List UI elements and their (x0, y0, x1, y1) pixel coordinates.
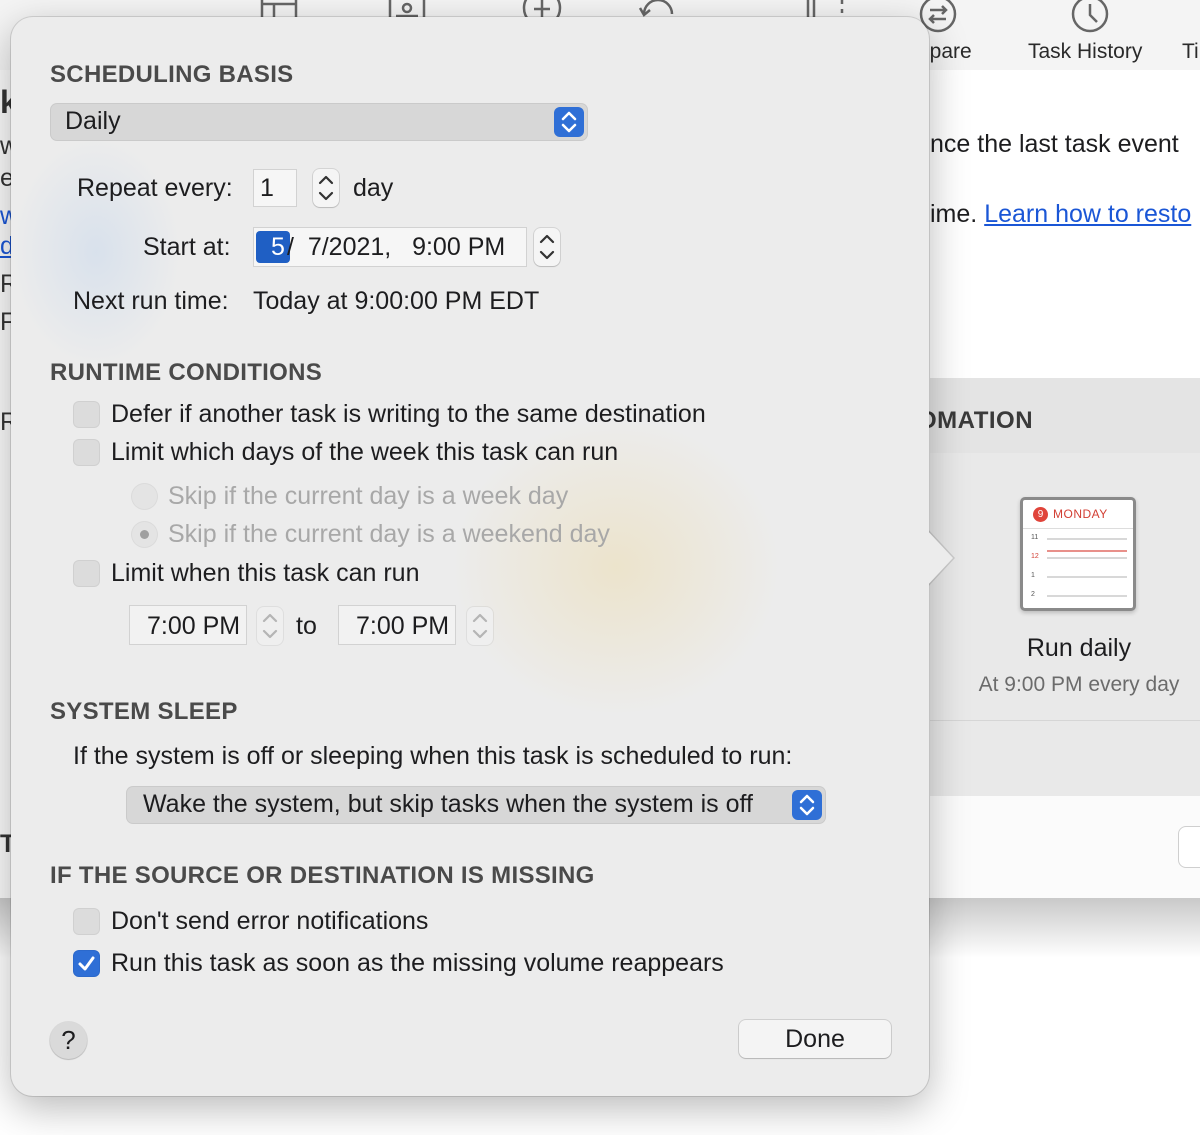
defer-checkbox[interactable] (73, 401, 100, 428)
time-to-field[interactable]: 7:00 PM (338, 605, 456, 645)
calendar-row-label: 11 (1031, 534, 1039, 541)
repeat-every-stepper[interactable] (313, 169, 339, 207)
limit-days-label[interactable]: Limit which days of the week this task c… (111, 438, 618, 467)
missing-source-title: IF THE SOURCE OR DESTINATION IS MISSING (50, 862, 595, 889)
background-lower-area (930, 796, 1200, 898)
skip-weekend-label[interactable]: Skip if the current day is a weekend day (168, 520, 610, 549)
system-sleep-description: If the system is off or sleeping when th… (73, 742, 793, 770)
calendar-row-line (1047, 576, 1127, 578)
time-to-stepper[interactable] (467, 607, 493, 645)
description-line: ime. Learn how to resto (930, 200, 1191, 229)
calendar-row-label: 1 (1031, 572, 1035, 579)
toolbar-label-truncated[interactable]: Ti (1182, 40, 1199, 64)
calendar-row-line (1047, 557, 1127, 559)
scheduling-basis-popup[interactable]: Daily (50, 103, 588, 141)
repeat-every-label: Repeat every: (77, 174, 233, 202)
system-sleep-popup[interactable]: Wake the system, but skip tasks when the… (126, 786, 826, 824)
limit-time-label[interactable]: Limit when this task can run (111, 559, 419, 588)
popup-chevrons-icon (792, 790, 822, 820)
scheduling-basis-value: Daily (65, 107, 121, 135)
no-error-notifications-label[interactable]: Don't send error notifications (111, 907, 428, 936)
scheduling-basis-title: SCHEDULING BASIS (50, 61, 294, 88)
calendar-row-label: 2 (1031, 591, 1035, 598)
repeat-every-field[interactable]: 1 (253, 169, 297, 207)
divider (930, 720, 1200, 721)
background-description: nce the last task event ime. Learn how t… (930, 78, 1200, 378)
start-at-label: Start at: (143, 233, 231, 261)
toolbar-label-task-history[interactable]: Task History (1028, 40, 1142, 64)
system-sleep-title: SYSTEM SLEEP (50, 698, 238, 725)
start-at-stepper[interactable] (534, 228, 560, 266)
calendar-icon[interactable]: 9 MONDAY 11 12 1 2 (1020, 497, 1136, 611)
run-daily-subtitle: At 9:00 PM every day (978, 673, 1180, 696)
time-to-label: to (296, 612, 317, 640)
time-to-value: 7:00 PM (356, 612, 450, 640)
run-when-reappears-label[interactable]: Run this task as soon as the missing vol… (111, 949, 724, 978)
limit-time-checkbox[interactable] (73, 560, 100, 587)
start-at-month: 5 (271, 233, 285, 261)
automation-title: OMATION (918, 407, 1034, 434)
time-from-stepper[interactable] (257, 607, 283, 645)
defer-label[interactable]: Defer if another task is writing to the … (111, 400, 706, 429)
runtime-conditions-title: RUNTIME CONDITIONS (50, 359, 323, 386)
calendar-date-badge: 9 (1033, 507, 1048, 522)
checkmark-icon (78, 956, 95, 971)
clock-icon[interactable] (1068, 0, 1112, 34)
popup-chevrons-icon (554, 107, 584, 137)
next-run-value: Today at 9:00:00 PM EDT (253, 287, 540, 315)
limit-days-checkbox[interactable] (73, 439, 100, 466)
start-at-datetime: / 7/2021, 9:00 PM (287, 233, 506, 261)
system-sleep-value: Wake the system, but skip tasks when the… (143, 790, 753, 818)
calendar-row-line (1047, 550, 1127, 552)
description-text: ime. (930, 200, 985, 228)
calendar-row-line (1047, 538, 1127, 540)
skip-weekday-radio[interactable] (131, 483, 158, 510)
skip-weekend-radio[interactable] (131, 521, 158, 548)
background-field[interactable] (1178, 826, 1200, 868)
repeat-unit-label: day (353, 174, 394, 202)
calendar-icon-header: 9 MONDAY (1023, 500, 1133, 529)
description-line: nce the last task event (930, 130, 1179, 158)
time-from-value: 7:00 PM (147, 612, 241, 640)
skip-weekday-label[interactable]: Skip if the current day is a week day (168, 482, 568, 511)
popover-arrow (925, 528, 953, 588)
no-error-notifications-checkbox[interactable] (73, 908, 100, 935)
time-from-field[interactable]: 7:00 PM (129, 605, 247, 645)
schedule-popover: SCHEDULING BASIS Daily Repeat every: 1 d… (11, 17, 929, 1096)
repeat-every-value: 1 (260, 174, 274, 202)
next-run-label: Next run time: (73, 287, 229, 315)
help-button[interactable]: ? (50, 1022, 87, 1059)
calendar-row-line (1047, 595, 1127, 597)
done-button[interactable]: Done (739, 1020, 891, 1058)
run-daily-title: Run daily (1026, 634, 1132, 662)
calendar-row-label: 12 (1031, 553, 1039, 560)
calendar-day-label: MONDAY (1053, 507, 1108, 521)
learn-more-link[interactable]: Learn how to resto (984, 200, 1191, 228)
run-when-reappears-checkbox[interactable] (73, 950, 100, 977)
